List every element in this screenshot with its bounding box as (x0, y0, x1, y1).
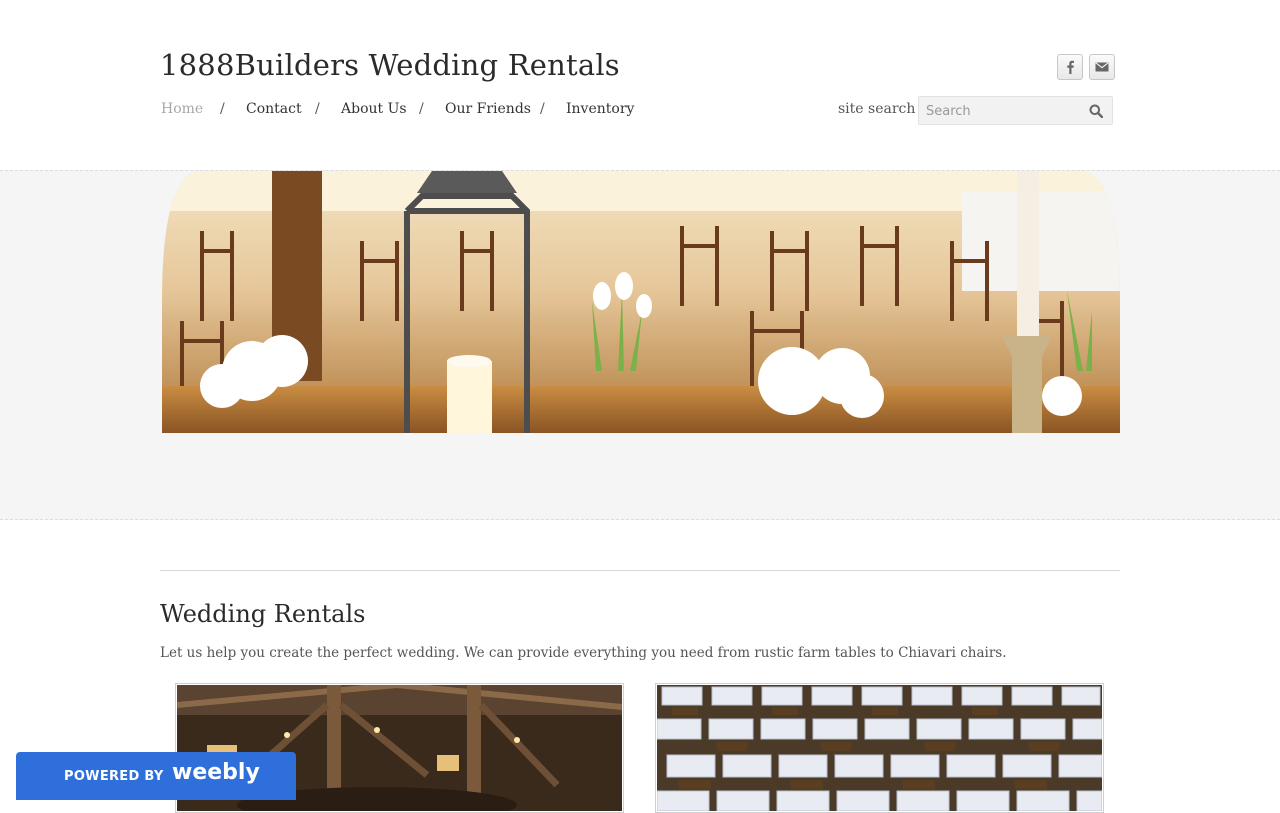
wedding-reception-photo (162, 171, 1120, 433)
nav-separator: / (540, 101, 545, 117)
powered-by-weebly-badge[interactable]: POWERED BY weebly (16, 752, 296, 800)
nav-item-home[interactable]: Home (161, 101, 203, 117)
powered-by-label: POWERED BY (64, 769, 164, 784)
nav-item-contact[interactable]: Contact (246, 101, 302, 117)
site-header: 1888Builders Wedding Rentals Home / Cont… (0, 0, 1280, 170)
search-box (918, 96, 1113, 125)
section-heading: Wedding Rentals (160, 600, 366, 628)
intro-paragraph: Let us help you create the perfect weddi… (160, 645, 1007, 661)
site-title[interactable]: 1888Builders Wedding Rentals (160, 48, 620, 82)
facebook-icon (1067, 60, 1074, 74)
nav-item-our-friends[interactable]: Our Friends (445, 101, 531, 117)
nav-separator: / (315, 101, 320, 117)
email-button[interactable] (1089, 54, 1115, 80)
white-chairs-photo[interactable] (655, 683, 1104, 813)
facebook-button[interactable] (1057, 54, 1083, 80)
hero-banner (0, 170, 1280, 520)
search-icon[interactable] (1089, 103, 1104, 122)
nav-separator: / (220, 101, 225, 117)
hero-image (162, 171, 1120, 433)
content-divider (160, 570, 1120, 571)
mail-icon (1095, 62, 1109, 72)
weebly-logo: weebly (172, 760, 260, 785)
nav-item-about-us[interactable]: About Us (341, 101, 407, 117)
nav-item-inventory[interactable]: Inventory (566, 101, 634, 117)
search-label: site search (838, 101, 916, 117)
search-input[interactable] (924, 101, 1083, 122)
nav-separator: / (419, 101, 424, 117)
